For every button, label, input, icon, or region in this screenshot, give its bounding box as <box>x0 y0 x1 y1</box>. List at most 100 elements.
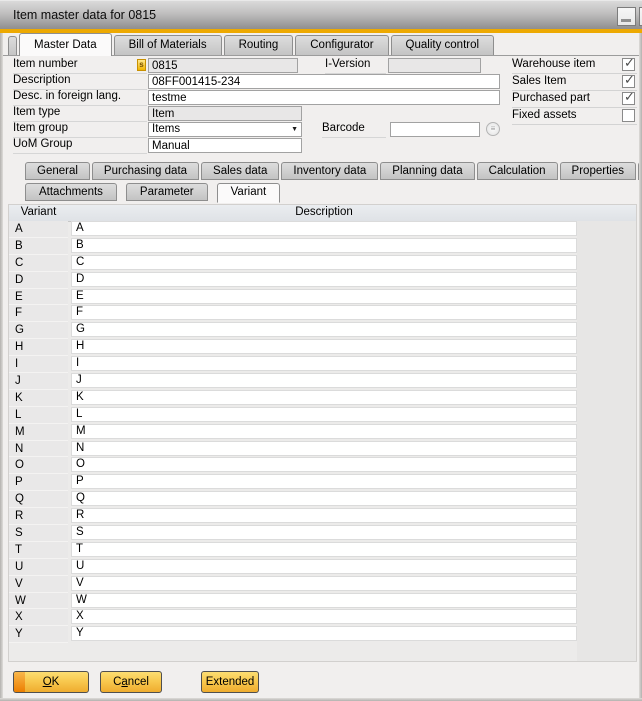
barcode-field[interactable] <box>390 122 480 137</box>
description-cell[interactable]: C <box>71 255 577 270</box>
description-cell[interactable]: T <box>71 542 577 557</box>
variant-cell[interactable]: E <box>9 289 68 306</box>
variant-cell[interactable]: T <box>9 542 68 559</box>
item-number-field[interactable] <box>148 58 298 73</box>
checkbox-warehouse-item[interactable]: ✓ <box>622 58 635 71</box>
description-cell[interactable]: E <box>71 289 577 304</box>
description-cell[interactable]: O <box>71 457 577 472</box>
variant-cell[interactable]: D <box>9 272 68 289</box>
checkbox-row: Fixed assets <box>512 108 637 125</box>
tab-master-data[interactable]: Master Data <box>19 33 112 56</box>
variant-cell[interactable]: R <box>9 508 68 525</box>
description-cell[interactable]: Q <box>71 491 577 506</box>
description-cell[interactable]: Y <box>71 626 577 641</box>
description-cell[interactable]: J <box>71 373 577 388</box>
checkbox-sales-item[interactable]: ✓ <box>622 75 635 88</box>
item-group-combo[interactable]: Items ▼ <box>148 122 302 137</box>
tab-inventory-data[interactable]: Inventory data <box>281 162 378 180</box>
variant-cell[interactable]: N <box>9 441 68 458</box>
description-cell[interactable]: N <box>71 441 577 456</box>
variant-cell[interactable]: M <box>9 424 68 441</box>
foreign-desc-field[interactable] <box>148 90 500 105</box>
tab-routing[interactable]: Routing <box>224 35 294 55</box>
variant-cell[interactable]: C <box>9 255 68 272</box>
description-field[interactable] <box>148 74 500 89</box>
i-version-label: I-Version <box>325 58 386 74</box>
description-cell[interactable]: R <box>71 508 577 523</box>
description-cell[interactable]: D <box>71 272 577 287</box>
checkbox-purchased-part[interactable]: ✓ <box>622 92 635 105</box>
variant-cell[interactable]: V <box>9 576 68 593</box>
variant-cell[interactable]: I <box>9 356 68 373</box>
description-cell[interactable]: A <box>71 221 577 236</box>
uom-group-field[interactable] <box>148 138 302 153</box>
tab-purchasing-data[interactable]: Purchasing data <box>92 162 199 180</box>
item-group-label: Item group <box>13 122 147 138</box>
variant-cell[interactable]: W <box>9 593 68 610</box>
variant-cell[interactable]: P <box>9 474 68 491</box>
checkbox-fixed-assets[interactable] <box>622 109 635 122</box>
description-cell[interactable]: S <box>71 525 577 540</box>
tab-label: Variant <box>231 186 267 198</box>
variant-cell[interactable]: O <box>9 457 68 474</box>
cancel-button[interactable]: Cancel <box>100 671 162 693</box>
variant-cell[interactable]: S <box>9 525 68 542</box>
description-cell[interactable]: P <box>71 474 577 489</box>
description-cell[interactable]: M <box>71 424 577 439</box>
tab-bill-of-materials[interactable]: Bill of Materials <box>114 35 222 55</box>
tab-label: Configurator <box>310 39 373 51</box>
checkbox-row: Warehouse item ✓ <box>512 57 637 74</box>
description-cell[interactable]: K <box>71 390 577 405</box>
tab-label: Properties <box>572 165 624 177</box>
tab-properties[interactable]: Properties <box>560 162 636 180</box>
choose-from-list-icon[interactable]: ≡ <box>486 122 500 136</box>
barcode-label: Barcode <box>322 122 386 138</box>
i-version-field[interactable] <box>388 58 481 73</box>
table-row: D D <box>9 272 577 289</box>
tab-calculation[interactable]: Calculation <box>477 162 558 180</box>
description-cell[interactable]: F <box>71 305 577 320</box>
title-bar[interactable]: Item master data for 0815 <box>0 0 642 29</box>
description-cell[interactable]: X <box>71 609 577 624</box>
tab-sales-data[interactable]: Sales data <box>201 162 279 180</box>
variant-cell[interactable]: J <box>9 373 68 390</box>
variant-cell[interactable]: F <box>9 305 68 322</box>
ok-button[interactable]: OK <box>13 671 89 693</box>
description-column-header: Description <box>71 205 577 221</box>
tab-label: Purchasing data <box>104 165 187 177</box>
checkbox-label: Sales Item <box>512 75 566 87</box>
description-cell[interactable]: G <box>71 322 577 337</box>
tab-planning-data[interactable]: Planning data <box>380 162 474 180</box>
variant-cell[interactable]: B <box>9 238 68 255</box>
variant-cell[interactable]: U <box>9 559 68 576</box>
extended-button[interactable]: Extended <box>201 671 259 693</box>
variant-cell[interactable]: H <box>9 339 68 356</box>
variant-cell[interactable]: K <box>9 390 68 407</box>
variant-cell[interactable]: A <box>9 221 68 238</box>
variant-cell[interactable]: Q <box>9 491 68 508</box>
variant-cell[interactable]: L <box>9 407 68 424</box>
variant-cell[interactable]: Y <box>9 626 68 643</box>
tab-general[interactable]: General <box>25 162 90 180</box>
description-cell[interactable]: H <box>71 339 577 354</box>
description-cell[interactable]: B <box>71 238 577 253</box>
tab-label: Parameter <box>140 186 194 198</box>
description-cell[interactable]: U <box>71 559 577 574</box>
minimize-button[interactable] <box>617 7 636 26</box>
tab-quality-control[interactable]: Quality control <box>391 35 495 55</box>
link-arrow-icon[interactable]: s <box>137 59 146 71</box>
description-cell[interactable]: W <box>71 593 577 608</box>
variant-cell[interactable]: G <box>9 322 68 339</box>
description-cell[interactable]: I <box>71 356 577 371</box>
main-tab-bar: Master DataBill of MaterialsRouting Confi… <box>0 33 642 56</box>
tab-attachments[interactable]: Attachments <box>25 183 117 201</box>
description-cell[interactable]: L <box>71 407 577 422</box>
table-row: G G <box>9 322 577 339</box>
item-type-field[interactable] <box>148 106 302 121</box>
variant-cell[interactable]: X <box>9 609 68 626</box>
description-cell[interactable]: V <box>71 576 577 591</box>
tab-configurator[interactable]: Configurator <box>295 35 388 55</box>
tab-parameter[interactable]: Parameter <box>126 183 208 201</box>
variant-column-header: Variant <box>9 205 68 221</box>
tab-variant[interactable]: Variant <box>217 183 281 203</box>
